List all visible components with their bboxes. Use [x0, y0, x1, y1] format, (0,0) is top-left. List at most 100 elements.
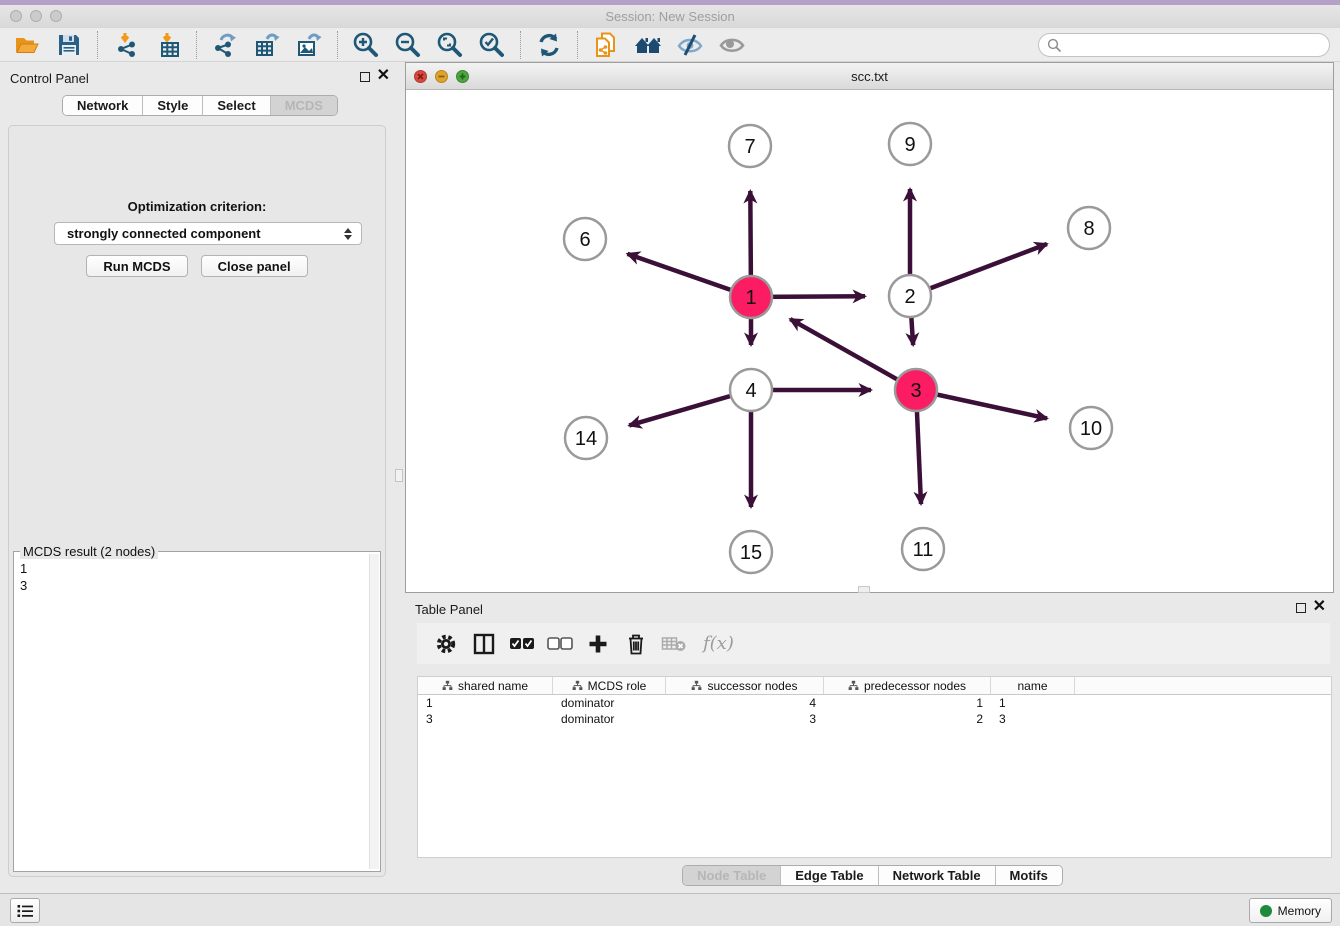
- plus-icon: [588, 634, 608, 654]
- home-button[interactable]: [633, 30, 663, 60]
- graph-node-3[interactable]: 3: [895, 369, 937, 411]
- graph-node-10[interactable]: 10: [1070, 407, 1112, 449]
- checked-boxes-icon: [509, 637, 535, 651]
- tab-select[interactable]: Select: [202, 96, 269, 115]
- horizontal-splitter-grip[interactable]: [858, 586, 870, 593]
- hide-visual-button[interactable]: [675, 30, 705, 60]
- zoom-fit-icon: [436, 31, 464, 59]
- column-header-predecessor-nodes[interactable]: predecessor nodes: [824, 677, 991, 694]
- float-panel-icon[interactable]: [360, 72, 370, 82]
- column-header-name[interactable]: name: [991, 677, 1075, 694]
- tab-style[interactable]: Style: [142, 96, 202, 115]
- graph-node-9[interactable]: 9: [889, 123, 931, 165]
- export-network-button[interactable]: [210, 30, 240, 60]
- cell-name[interactable]: 1: [991, 696, 1075, 710]
- cell-successor-nodes[interactable]: 4: [666, 696, 824, 710]
- network-window: scc.txt 1 2 3 4 6 7 8 9 10 11 14 15: [405, 62, 1334, 593]
- tab-node-table[interactable]: Node Table: [683, 866, 780, 885]
- vertical-splitter-grip[interactable]: [395, 469, 403, 482]
- select-all-columns-button[interactable]: [507, 629, 537, 659]
- result-scrollbar[interactable]: [369, 554, 379, 869]
- import-network-button[interactable]: [111, 30, 141, 60]
- zoom-fit-button[interactable]: [435, 30, 465, 60]
- graph-node-4[interactable]: 4: [730, 369, 772, 411]
- unselect-all-columns-button[interactable]: [545, 629, 575, 659]
- graph-node-8[interactable]: 8: [1068, 207, 1110, 249]
- tab-network-table[interactable]: Network Table: [878, 866, 995, 885]
- tab-mcds[interactable]: MCDS: [270, 96, 337, 115]
- graph-node-label: 15: [740, 542, 762, 564]
- export-image-button[interactable]: [294, 30, 324, 60]
- task-history-button[interactable]: [10, 898, 40, 923]
- network-window-titlebar[interactable]: scc.txt: [406, 63, 1333, 90]
- cell-shared-name[interactable]: 3: [418, 712, 553, 726]
- graph-node-1[interactable]: 1: [730, 276, 772, 318]
- tab-network[interactable]: Network: [63, 96, 142, 115]
- select-stepper-icon: [341, 225, 355, 243]
- zoom-selected-button[interactable]: [477, 30, 507, 60]
- status-bar: Memory: [0, 893, 1340, 926]
- memory-button[interactable]: Memory: [1249, 898, 1332, 923]
- table-row[interactable]: 1 dominator 4 1 1: [418, 695, 1331, 711]
- graph-node-11[interactable]: 11: [902, 528, 944, 570]
- column-header-successor-nodes[interactable]: successor nodes: [666, 677, 824, 694]
- apply-layout-button[interactable]: [534, 30, 564, 60]
- zoom-out-icon: [394, 31, 422, 59]
- eye-icon: [718, 32, 746, 58]
- table-settings-button[interactable]: [431, 629, 461, 659]
- mcds-result-text[interactable]: 1 3: [20, 560, 368, 869]
- show-columns-button[interactable]: [469, 629, 499, 659]
- cell-shared-name[interactable]: 1: [418, 696, 553, 710]
- cell-mcds-role[interactable]: dominator: [553, 696, 666, 710]
- cell-predecessor-nodes[interactable]: 2: [824, 712, 991, 726]
- network-canvas[interactable]: 1 2 3 4 6 7 8 9 10 11 14 15: [406, 90, 1333, 592]
- function-builder-button[interactable]: f(x): [697, 629, 734, 659]
- network-graph[interactable]: 1 2 3 4 6 7 8 9 10 11 14 15: [406, 90, 1333, 592]
- mcds-result-box: MCDS result (2 nodes) 1 3: [13, 551, 381, 872]
- zoom-out-button[interactable]: [393, 30, 423, 60]
- table-toolbar: f(x): [417, 623, 1330, 664]
- close-table-panel-icon[interactable]: ✕: [1313, 597, 1326, 617]
- export-image-icon: [296, 32, 322, 58]
- graph-node-14[interactable]: 14: [565, 417, 607, 459]
- graph-node-6[interactable]: 6: [564, 218, 606, 260]
- close-panel-button[interactable]: Close panel: [201, 255, 308, 277]
- save-session-button[interactable]: [54, 30, 84, 60]
- close-panel-icon[interactable]: ✕: [377, 66, 390, 86]
- tab-motifs[interactable]: Motifs: [995, 866, 1062, 885]
- export-table-button[interactable]: [252, 30, 282, 60]
- graph-node-label: 9: [904, 134, 915, 156]
- column-header-shared-name[interactable]: shared name: [418, 677, 553, 694]
- cell-name[interactable]: 3: [991, 712, 1075, 726]
- show-visual-button[interactable]: [717, 30, 747, 60]
- mcds-tab-body: Optimization criterion: strongly connect…: [8, 125, 386, 877]
- table-row[interactable]: 3 dominator 3 2 3: [418, 711, 1331, 727]
- delete-table-button[interactable]: [659, 629, 689, 659]
- table-panel-title: Table Panel: [415, 602, 483, 617]
- toolbar-separator: [520, 31, 521, 59]
- open-session-button[interactable]: [12, 30, 42, 60]
- criterion-select[interactable]: strongly connected component: [54, 222, 362, 245]
- cell-predecessor-nodes[interactable]: 1: [824, 696, 991, 710]
- create-column-button[interactable]: [583, 629, 613, 659]
- gear-icon: [435, 633, 457, 655]
- tab-edge-table[interactable]: Edge Table: [780, 866, 877, 885]
- column-header-mcds-role[interactable]: MCDS role: [553, 677, 666, 694]
- zoom-in-button[interactable]: [351, 30, 381, 60]
- run-mcds-button[interactable]: Run MCDS: [86, 255, 187, 277]
- float-table-panel-icon[interactable]: [1296, 603, 1306, 613]
- graph-node-2[interactable]: 2: [889, 275, 931, 317]
- copy-network-button[interactable]: [591, 30, 621, 60]
- graph-node-label: 11: [913, 539, 934, 561]
- delete-column-button[interactable]: [621, 629, 651, 659]
- graph-node-15[interactable]: 15: [730, 531, 772, 573]
- list-icon: [17, 904, 33, 918]
- graph-node-7[interactable]: 7: [729, 125, 771, 167]
- search-field[interactable]: [1038, 33, 1330, 57]
- graph-node-label: 8: [1083, 218, 1094, 240]
- cell-mcds-role[interactable]: dominator: [553, 712, 666, 726]
- cell-successor-nodes[interactable]: 3: [666, 712, 824, 726]
- import-table-button[interactable]: [153, 30, 183, 60]
- homes-icon: [633, 32, 663, 58]
- search-input[interactable]: [1062, 35, 1329, 55]
